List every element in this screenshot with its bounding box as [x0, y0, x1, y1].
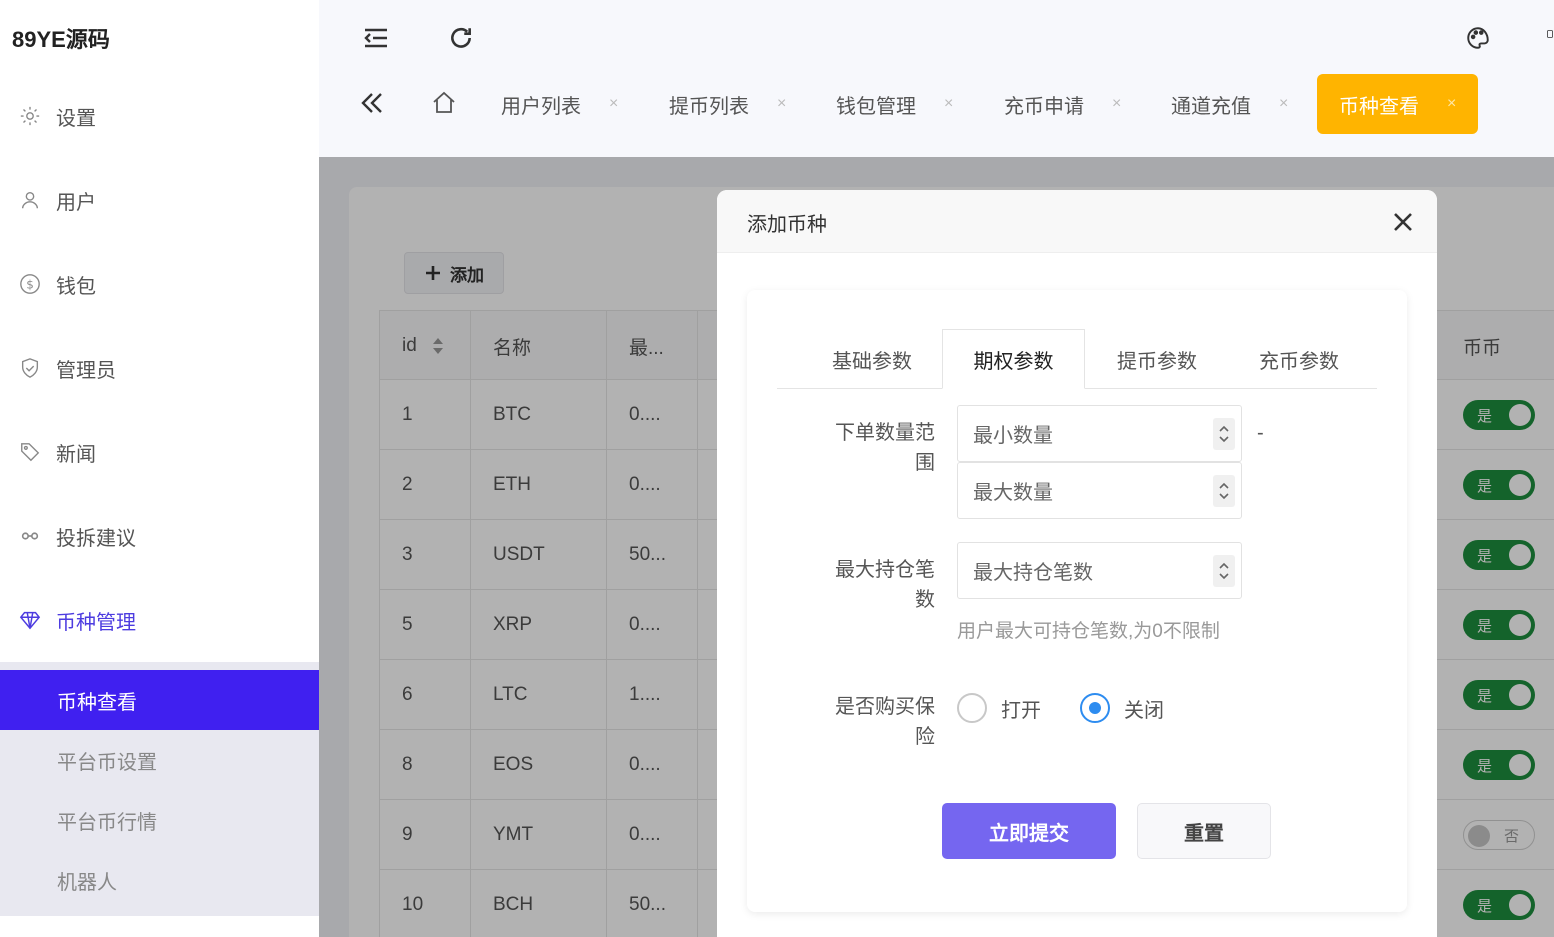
tab-label: 钱包管理 — [836, 95, 916, 118]
sidebar-item-users[interactable]: 用户 — [0, 180, 319, 220]
tab-label: 提币列表 — [669, 95, 749, 118]
home-icon[interactable] — [429, 88, 459, 118]
sidebar-item-label: 钱包 — [56, 275, 96, 298]
close-icon[interactable]: × — [1279, 95, 1288, 113]
sidebar-item-label: 投拆建议 — [56, 527, 136, 550]
max-positions-placeholder: 最大持仓笔数 — [973, 562, 1093, 584]
sidebar-item-news[interactable]: 新闻 — [0, 432, 319, 472]
tag-icon — [18, 441, 42, 463]
max-quantity-input[interactable]: 最大数量 — [957, 462, 1242, 519]
gear-icon — [18, 105, 42, 127]
top-header: 用户列表 × 提币列表 × 钱包管理 × 充币申请 × 通道充值 × 币种查看 … — [319, 0, 1554, 157]
max-positions-label: 最大持仓笔 数 — [835, 559, 935, 611]
number-stepper-icon[interactable] — [1213, 475, 1235, 507]
modal-form-panel: 基础参数 期权参数 提币参数 充币参数 下单数量范 围 最小数量 - 最大数量 … — [747, 290, 1407, 912]
number-stepper-icon[interactable] — [1213, 555, 1235, 587]
diamond-icon — [18, 609, 42, 631]
max-quantity-placeholder: 最大数量 — [973, 482, 1053, 504]
close-icon[interactable]: × — [1447, 95, 1456, 113]
modal-header: 添加币种 — [717, 190, 1437, 253]
sidebar-item-admin[interactable]: 管理员 — [0, 348, 319, 388]
submenu-item-robot[interactable]: 机器人 — [0, 850, 319, 910]
tab-basic-params[interactable]: 基础参数 — [807, 329, 937, 389]
link-icon — [18, 525, 42, 547]
tab-channel-recharge[interactable]: 通道充值 × — [1171, 74, 1288, 134]
order-range-label: 下单数量范 围 — [835, 422, 935, 474]
tab-coin-view[interactable]: 币种查看 × — [1317, 74, 1479, 134]
svg-text:$: $ — [26, 278, 34, 292]
tab-option-params[interactable]: 期权参数 — [942, 329, 1085, 389]
sidebar-item-label: 币种管理 — [56, 611, 136, 634]
tabs-scroll-left-icon[interactable] — [357, 88, 387, 118]
sidebar-item-settings[interactable]: 设置 — [0, 96, 319, 136]
close-icon[interactable]: × — [609, 95, 618, 113]
close-icon[interactable]: × — [777, 95, 786, 113]
sidebar-item-label: 设置 — [56, 107, 96, 130]
sidebar-item-wallet[interactable]: $ 钱包 — [0, 264, 319, 304]
range-separator: - — [1257, 422, 1264, 444]
sidebar: 89YE源码 设置 用户 $ 钱包 管理员 新闻 投拆建议 币种管理 币种查看 … — [0, 0, 319, 937]
user-icon — [18, 189, 42, 211]
min-quantity-placeholder: 最小数量 — [973, 425, 1053, 447]
modal-title: 添加币种 — [747, 214, 827, 236]
tab-label: 币种查看 — [1339, 95, 1419, 118]
menu-fold-icon[interactable] — [362, 24, 390, 52]
reset-button[interactable]: 重置 — [1137, 803, 1271, 859]
sidebar-item-coin-management[interactable]: 币种管理 — [0, 600, 319, 640]
max-positions-hint: 用户最大可持仓笔数,为0不限制 — [957, 621, 1220, 642]
user-menu-icon[interactable] — [1546, 24, 1554, 44]
tab-withdraw-list[interactable]: 提币列表 × — [669, 74, 786, 134]
sidebar-item-label: 管理员 — [56, 359, 116, 382]
tab-label: 通道充值 — [1171, 95, 1251, 118]
radio-circle — [1080, 693, 1110, 723]
shield-icon — [18, 357, 42, 379]
close-icon[interactable]: × — [944, 95, 953, 113]
submenu-item-platform-coin-settings[interactable]: 平台币设置 — [0, 730, 319, 790]
sidebar-item-label: 用户 — [56, 191, 96, 214]
close-icon[interactable] — [1391, 210, 1415, 234]
submenu-item-coin-view[interactable]: 币种查看 — [0, 670, 319, 730]
sidebar-item-label: 新闻 — [56, 443, 96, 466]
theme-palette-icon[interactable] — [1464, 24, 1492, 52]
tab-deposit-params[interactable]: 充币参数 — [1234, 329, 1364, 389]
submit-button[interactable]: 立即提交 — [942, 803, 1116, 859]
insurance-label: 是否购买保 险 — [835, 696, 935, 748]
min-quantity-input[interactable]: 最小数量 — [957, 405, 1242, 462]
tab-label: 用户列表 — [501, 95, 581, 118]
submenu-item-platform-coin-market[interactable]: 平台币行情 — [0, 790, 319, 850]
max-positions-input[interactable]: 最大持仓笔数 — [957, 542, 1242, 599]
insurance-on-radio[interactable]: 打开 — [957, 693, 1041, 723]
add-coin-modal: 添加币种 基础参数 期权参数 提币参数 充币参数 下单数量范 围 最小数量 - … — [717, 190, 1437, 937]
refresh-icon[interactable] — [447, 24, 475, 52]
tab-user-list[interactable]: 用户列表 × — [501, 74, 618, 134]
tab-label: 充币申请 — [1004, 95, 1084, 118]
app-logo: 89YE源码 — [12, 27, 110, 52]
dollar-icon: $ — [18, 273, 42, 295]
tab-wallet-management[interactable]: 钱包管理 × — [836, 74, 953, 134]
radio-circle — [957, 693, 987, 723]
insurance-off-radio[interactable]: 关闭 — [1080, 693, 1164, 723]
tab-deposit-request[interactable]: 充币申请 × — [1004, 74, 1121, 134]
sidebar-item-feedback[interactable]: 投拆建议 — [0, 516, 319, 556]
tab-withdraw-params[interactable]: 提币参数 — [1092, 329, 1222, 389]
number-stepper-icon[interactable] — [1213, 418, 1235, 450]
close-icon[interactable]: × — [1112, 95, 1121, 113]
submenu-coin: 币种查看 平台币设置 平台币行情 机器人 — [0, 662, 319, 916]
